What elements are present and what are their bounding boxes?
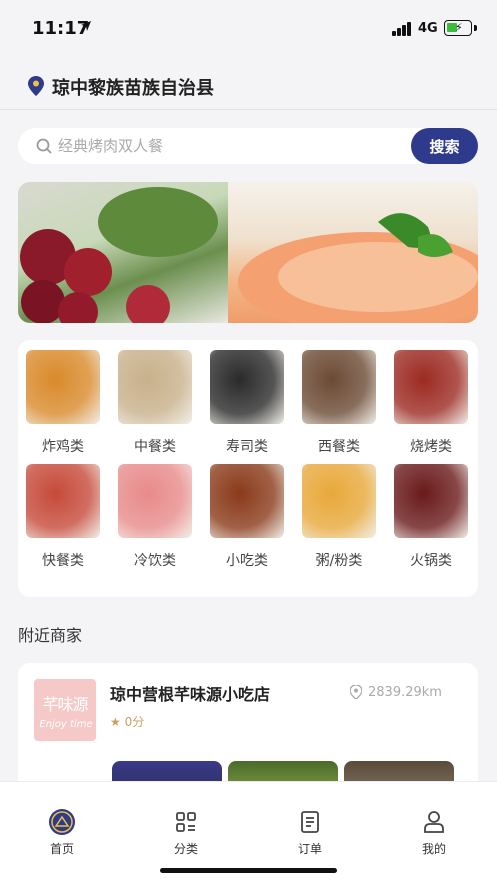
bbq-photo — [394, 350, 468, 424]
banner-carousel[interactable] — [18, 182, 478, 323]
category-item[interactable]: 中餐类 — [115, 340, 195, 455]
category-item[interactable]: 冷饮类 — [115, 454, 195, 569]
category-grid: 炸鸡类 中餐类 寿司类 西餐类 烧烤类快餐类 冷饮类 小吃类 粥/粉类 火锅类 — [18, 340, 478, 597]
shop-rating: ★ 0分 — [110, 713, 144, 730]
section-title-nearby: 附近商家 — [18, 626, 83, 645]
network-type: 4G — [418, 21, 438, 36]
hotpot-photo — [394, 464, 468, 538]
banner-image-bayberry — [18, 182, 228, 323]
category-label: 小吃类 — [226, 553, 268, 569]
tab-orders[interactable]: 订单 — [270, 796, 350, 856]
home-icon — [49, 809, 75, 835]
location-pin-icon — [28, 76, 44, 96]
tab-profile[interactable]: 我的 — [394, 796, 474, 856]
category-icon — [176, 812, 196, 832]
location-bar[interactable]: 琼中黎族苗族自治县 — [0, 60, 497, 110]
star-icon: ★ — [110, 715, 121, 729]
category-item[interactable]: 快餐类 — [23, 454, 103, 569]
category-label: 西餐类 — [318, 439, 360, 455]
shop-logo-text: 芊味源 — [42, 695, 88, 714]
category-item[interactable]: 寿司类 — [207, 340, 287, 455]
category-label: 冷饮类 — [134, 553, 176, 569]
cold-drink-photo — [118, 464, 192, 538]
category-item[interactable]: 粥/粉类 — [299, 454, 379, 569]
banner-image-shrimp — [228, 182, 478, 323]
fried-chicken-photo — [26, 350, 100, 424]
fast-food-photo — [26, 464, 100, 538]
category-label: 粥/粉类 — [315, 553, 363, 569]
order-icon — [301, 811, 319, 833]
shop-distance-value: 2839.29km — [368, 685, 442, 700]
search-button[interactable]: 搜索 — [411, 128, 478, 164]
category-label: 中餐类 — [134, 439, 176, 455]
tab-home[interactable]: 首页 — [22, 796, 102, 856]
porridge-noodle-photo — [302, 464, 376, 538]
location-name: 琼中黎族苗族自治县 — [52, 78, 214, 99]
location-pin-icon — [350, 685, 362, 699]
home-indicator — [160, 868, 337, 873]
charging-icon: ⚡ — [455, 21, 463, 34]
tab-label: 首页 — [49, 842, 74, 856]
chinese-food-photo — [118, 350, 192, 424]
search-input[interactable] — [58, 128, 418, 164]
category-label: 炸鸡类 — [42, 439, 84, 455]
tab-category[interactable]: 分类 — [146, 796, 226, 856]
category-item[interactable]: 火锅类 — [391, 454, 471, 569]
sushi-photo — [210, 350, 284, 424]
shop-distance: 2839.29km — [350, 685, 442, 700]
shop-logo-subtext: Enjoy time — [39, 719, 93, 730]
search-bar: 搜索 — [18, 128, 478, 164]
category-label: 快餐类 — [42, 553, 84, 569]
search-icon — [36, 138, 52, 154]
category-label: 寿司类 — [226, 439, 268, 455]
tab-label: 我的 — [421, 842, 446, 856]
signal-icon — [392, 22, 414, 36]
status-bar: 11:17 4G ⚡ — [0, 0, 497, 60]
profile-icon — [424, 811, 444, 833]
category-item[interactable]: 小吃类 — [207, 454, 287, 569]
category-label: 烧烤类 — [410, 439, 452, 455]
category-label: 火锅类 — [410, 553, 452, 569]
shop-rating-value: 0分 — [124, 715, 145, 729]
category-item[interactable]: 炸鸡类 — [23, 340, 103, 455]
shop-logo: 芊味源 Enjoy time — [34, 679, 96, 741]
tab-label: 订单 — [297, 842, 322, 856]
snack-photo — [210, 464, 284, 538]
shop-name: 琼中营根芊味源小吃店 — [110, 685, 271, 704]
tab-label: 分类 — [173, 842, 198, 856]
category-item[interactable]: 烧烤类 — [391, 340, 471, 455]
location-arrow-icon — [81, 21, 91, 31]
category-item[interactable]: 西餐类 — [299, 340, 379, 455]
steak-photo — [302, 350, 376, 424]
